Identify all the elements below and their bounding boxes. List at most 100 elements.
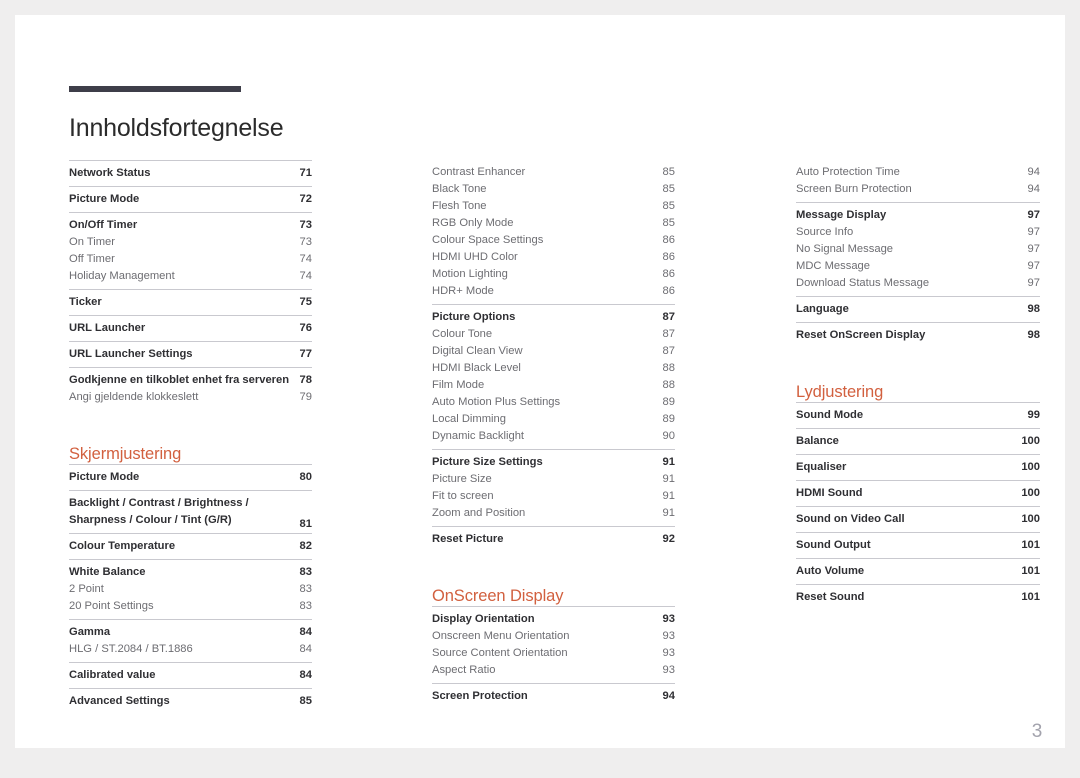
toc-entry-label: Reset Sound — [796, 591, 865, 603]
toc-group: Sound Mode 99 — [796, 402, 1040, 428]
toc-entry-sub[interactable]: RGB Only Mode 85 — [432, 215, 675, 232]
toc-entry-primary[interactable]: Gamma 84 — [69, 620, 312, 641]
toc-group: Picture Mode 72 — [69, 186, 312, 212]
toc-entry-primary[interactable]: On/Off Timer 73 — [69, 213, 312, 234]
toc-entry-primary[interactable]: Language 98 — [796, 297, 1040, 322]
toc-entry-sub[interactable]: Picture Size 91 — [432, 471, 675, 488]
toc-entry-primary[interactable]: Network Status 71 — [69, 161, 312, 186]
toc-entry-sub[interactable]: Digital Clean View 87 — [432, 343, 675, 360]
toc-entry-sub[interactable]: HDMI Black Level 88 — [432, 360, 675, 377]
toc-entry-label: Auto Volume — [796, 565, 865, 577]
toc-entry-page-number: 80 — [299, 471, 312, 483]
toc-entry-sub[interactable]: Black Tone 85 — [432, 181, 675, 198]
toc-entry-primary[interactable]: Picture Options 87 — [432, 305, 675, 326]
toc-group: URL Launcher Settings 77 — [69, 341, 312, 367]
toc-entry-sub[interactable]: Off Timer 74 — [69, 251, 312, 268]
toc-entry-sub[interactable]: Fit to screen 91 — [432, 488, 675, 505]
toc-entry-sub[interactable]: 20 Point Settings 83 — [69, 598, 312, 619]
toc-entry-sub[interactable]: Source Content Orientation 93 — [432, 645, 675, 662]
toc-entry-sub[interactable]: Film Mode 88 — [432, 377, 675, 394]
toc-entry-label: Language — [796, 303, 849, 315]
toc-entry-label: Motion Lighting — [432, 268, 508, 280]
toc-entry-label: URL Launcher Settings — [69, 348, 193, 360]
toc-entry-label: HDMI Sound — [796, 487, 863, 499]
toc-entry-sub[interactable]: Motion Lighting 86 — [432, 266, 675, 283]
toc-entry-sub[interactable]: Contrast Enhancer 85 — [432, 160, 675, 181]
toc-entry-page-number: 93 — [662, 647, 675, 659]
toc-entry-primary[interactable]: URL Launcher Settings 77 — [69, 342, 312, 367]
toc-entry-sub[interactable]: Auto Protection Time 94 — [796, 160, 1040, 181]
toc-entry-primary[interactable]: Balance 100 — [796, 429, 1040, 454]
toc-entry-sub[interactable]: On Timer 73 — [69, 234, 312, 251]
toc-entry-label: Dynamic Backlight — [432, 430, 525, 442]
toc-entry-page-number: 100 — [1021, 435, 1040, 447]
toc-entry-label: Zoom and Position — [432, 507, 526, 519]
toc-entry-primary[interactable]: Colour Temperature 82 — [69, 534, 312, 559]
toc-group: Godkjenne en tilkoblet enhet fra servere… — [69, 367, 312, 410]
toc-entry-primary[interactable]: Advanced Settings 85 — [69, 689, 312, 714]
toc-group: Message Display 97 Source Info 97 No Signal … — [796, 202, 1040, 296]
toc-entry-primary[interactable]: Equaliser 100 — [796, 455, 1040, 480]
toc-entry-label: Digital Clean View — [432, 345, 523, 357]
toc-entry-sub[interactable]: Zoom and Position 91 — [432, 505, 675, 526]
toc-entry-primary[interactable]: Ticker 75 — [69, 290, 312, 315]
toc-entry-sub[interactable]: Flesh Tone 85 — [432, 198, 675, 215]
toc-entry-sub[interactable]: HDR+ Mode 86 — [432, 283, 675, 304]
toc-entry-primary[interactable]: Display Orientation 93 — [432, 607, 675, 628]
toc-entry-page-number: 87 — [662, 345, 675, 357]
toc-entry-sub[interactable]: HDMI UHD Color 86 — [432, 249, 675, 266]
toc-entry-page-number: 93 — [662, 613, 675, 625]
toc-entry-label: Screen Burn Protection — [796, 183, 912, 195]
toc-entry-primary[interactable]: Sound Output 101 — [796, 533, 1040, 558]
toc-group: Reset Picture 92 — [432, 526, 675, 552]
toc-entry-sub[interactable]: Screen Burn Protection 94 — [796, 181, 1040, 202]
toc-entry-primary[interactable]: Picture Mode 72 — [69, 187, 312, 212]
toc-entry-sub[interactable]: Auto Motion Plus Settings 89 — [432, 394, 675, 411]
toc-entry-primary[interactable]: Auto Volume 101 — [796, 559, 1040, 584]
toc-entry-page-number: 99 — [1027, 409, 1040, 421]
toc-entry-label: Auto Motion Plus Settings — [432, 396, 561, 408]
toc-group: Picture Mode 80 — [69, 464, 312, 490]
toc-entry-primary[interactable]: Screen Protection 94 — [432, 684, 675, 709]
toc-entry-sub[interactable]: Aspect Ratio 93 — [432, 662, 675, 683]
toc-entry-sub[interactable]: MDC Message 97 — [796, 258, 1040, 275]
toc-entry-sub[interactable]: Colour Tone 87 — [432, 326, 675, 343]
toc-entry-primary[interactable]: Message Display 97 — [796, 203, 1040, 224]
toc-entry-primary[interactable]: Reset Sound 101 — [796, 585, 1040, 610]
toc-entry-sub[interactable]: Onscreen Menu Orientation 93 — [432, 628, 675, 645]
toc-entry-sub[interactable]: Dynamic Backlight 90 — [432, 428, 675, 449]
toc-entry-page-number: 85 — [662, 200, 675, 212]
toc-entry-primary[interactable]: Reset Picture 92 — [432, 527, 675, 552]
toc-entry-label: Sound on Video Call — [796, 513, 905, 525]
toc-entry-sub[interactable]: Source Info 97 — [796, 224, 1040, 241]
toc-entry-primary[interactable]: Calibrated value 84 — [69, 663, 312, 688]
toc-entry-page-number: 91 — [662, 490, 675, 502]
toc-entry-primary[interactable]: HDMI Sound 100 — [796, 481, 1040, 506]
toc-entry-sub[interactable]: HLG / ST.2084 / BT.1886 84 — [69, 641, 312, 662]
toc-entry-page-number: 84 — [299, 669, 312, 681]
toc-entry-primary[interactable]: Godkjenne en tilkoblet enhet fra servere… — [69, 368, 312, 389]
toc-entry-sub[interactable]: Angi gjeldende klokkeslett 79 — [69, 389, 312, 410]
toc-entry-label: No Signal Message — [796, 243, 894, 255]
toc-entry-primary[interactable]: Sound Mode 99 — [796, 403, 1040, 428]
toc-group: URL Launcher 76 — [69, 315, 312, 341]
toc-group: On/Off Timer 73 On Timer 73 Off Timer 74 Holid… — [69, 212, 312, 289]
toc-entry-primary[interactable]: Picture Mode 80 — [69, 465, 312, 490]
toc-entry-sub[interactable]: Colour Space Settings 86 — [432, 232, 675, 249]
toc-entry-primary[interactable]: Sound on Video Call 100 — [796, 507, 1040, 532]
toc-entry-sub[interactable]: Local Dimming 89 — [432, 411, 675, 428]
toc-entry-primary[interactable]: Picture Size Settings 91 — [432, 450, 675, 471]
toc-entry-primary[interactable]: Reset OnScreen Display 98 — [796, 323, 1040, 348]
toc-entry-label: Backlight / Contrast / Brightness / Shar… — [69, 497, 249, 526]
toc-entry-label: Ticker — [69, 296, 102, 308]
toc-entry-label: Network Status — [69, 167, 151, 179]
toc-entry-primary[interactable]: URL Launcher 76 — [69, 316, 312, 341]
toc-entry-sub[interactable]: 2 Point 83 — [69, 581, 312, 598]
toc-entry-primary[interactable]: Backlight / Contrast / Brightness / Shar… — [69, 491, 312, 533]
toc-entry-sub[interactable]: Holiday Management 74 — [69, 268, 312, 289]
toc-entry-primary[interactable]: White Balance 83 — [69, 560, 312, 581]
toc-entry-sub[interactable]: Download Status Message 97 — [796, 275, 1040, 296]
toc-entry-page-number: 93 — [662, 664, 675, 676]
toc-group: Sound Output 101 — [796, 532, 1040, 558]
toc-entry-sub[interactable]: No Signal Message 97 — [796, 241, 1040, 258]
